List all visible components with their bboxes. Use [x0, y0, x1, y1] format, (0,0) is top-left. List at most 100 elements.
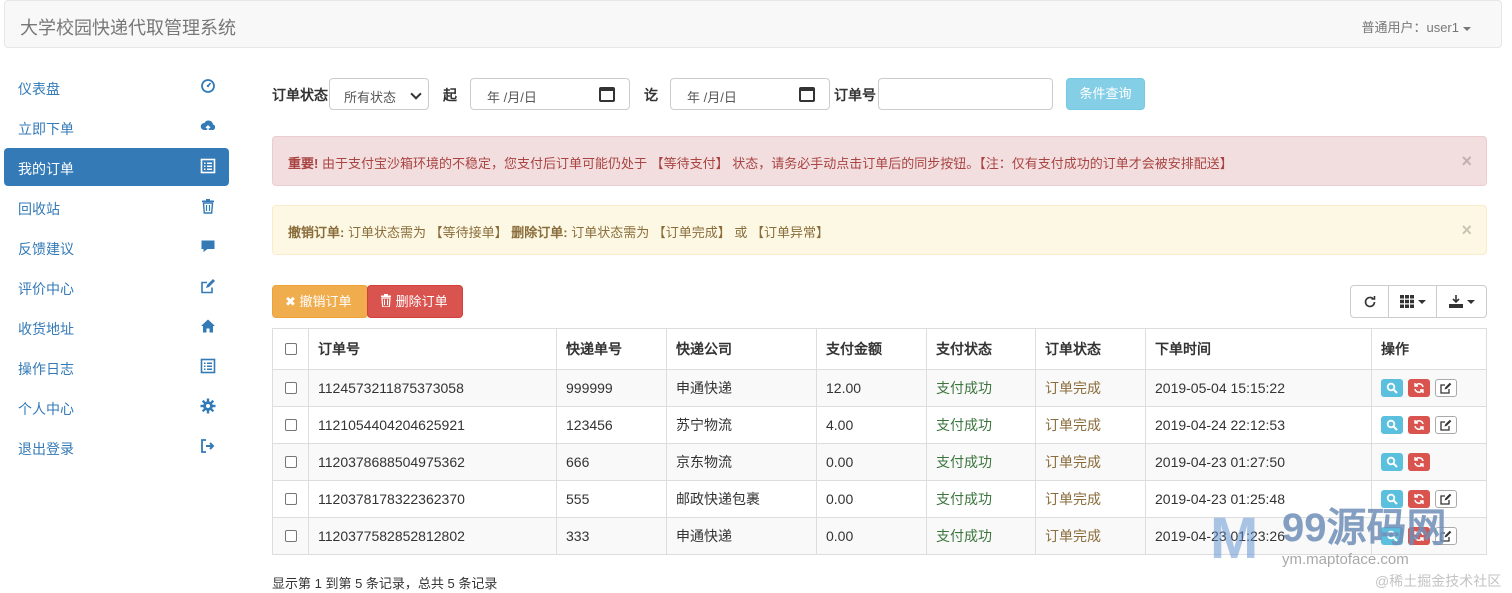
row-checkbox[interactable]	[284, 419, 297, 431]
edit-icon[interactable]	[1435, 416, 1457, 434]
sidebar-item-1[interactable]: 立即下单	[4, 108, 229, 146]
search-icon[interactable]	[1381, 416, 1403, 434]
alert-danger-text: 由于支付宝沙箱环境的不稳定，您支付后订单可能仍处于 【等待支付】 状态，请务必手…	[321, 156, 1233, 171]
order-time-cell: 2019-04-23 01:23:26	[1155, 528, 1285, 544]
export-icon	[1448, 295, 1463, 308]
alert-warning: 撤销订单: 订单状态需为 【等待接单】 删除订单: 订单状态需为 【订单完成】 …	[272, 205, 1487, 255]
chevron-down-icon	[410, 88, 422, 100]
express-no-cell: 666	[566, 454, 590, 470]
cancel-order-button[interactable]: ✖ 撤销订单	[272, 285, 368, 318]
brand-title[interactable]: 大学校园快递代取管理系统	[20, 14, 236, 40]
company-cell: 申通快递	[676, 528, 732, 544]
search-button[interactable]: 条件查询	[1066, 78, 1145, 110]
pay-status-cell: 支付成功	[936, 380, 992, 396]
search-icon[interactable]	[1381, 490, 1403, 508]
status-filter-label: 订单状态	[272, 87, 328, 103]
delete-order-button[interactable]: 删除订单	[367, 285, 463, 318]
alert-warning-text-cancel: 订单状态需为 【等待接单】	[347, 225, 508, 240]
amount-cell: 0.00	[826, 528, 854, 544]
sidebar-item-label: 个人中心	[18, 401, 74, 417]
sync-icon[interactable]	[1408, 453, 1430, 471]
user-menu[interactable]: 普通用户：user1	[1361, 17, 1471, 36]
status-select-value: 所有状态	[344, 90, 397, 105]
order-time-cell: 2019-04-23 01:25:48	[1155, 491, 1285, 507]
log-out-icon	[200, 438, 216, 454]
calendar-icon[interactable]	[599, 87, 615, 102]
company-cell: 邮政快递包裹	[676, 491, 760, 507]
row-actions	[1381, 416, 1462, 434]
list-alt-icon	[200, 158, 216, 174]
order-status-cell: 订单完成	[1045, 454, 1101, 470]
sidebar-item-6[interactable]: 收货地址	[4, 308, 229, 346]
row-checkbox[interactable]	[284, 530, 297, 542]
column-header: 下单时间	[1155, 341, 1211, 357]
order-no-input[interactable]	[878, 78, 1053, 110]
to-date-input[interactable]: 年 /月/日	[670, 78, 830, 110]
sidebar-item-label: 退出登录	[18, 441, 74, 457]
order-status-cell: 订单完成	[1045, 528, 1101, 544]
table-row[interactable]: 1120377582852812802 333 申通快递 0.00 支付成功 订单完成 20…	[273, 517, 1486, 554]
row-checkbox[interactable]	[284, 493, 297, 505]
sidebar-item-label: 反馈建议	[18, 241, 74, 257]
sidebar-item-label: 收货地址	[18, 321, 74, 337]
pay-status-cell: 支付成功	[936, 528, 992, 544]
watermark-sub-text2: @稀土掘金技术社区	[1375, 573, 1502, 589]
row-checkbox[interactable]	[284, 456, 297, 468]
alert-warning-strong-delete: 删除订单:	[511, 225, 568, 240]
pay-status-cell: 支付成功	[936, 454, 992, 470]
row-checkbox[interactable]	[284, 382, 297, 394]
sync-icon[interactable]	[1408, 416, 1430, 434]
search-icon[interactable]	[1381, 527, 1403, 545]
filter-bar: 订单状态 所有状态 起 年 /月/日 讫 年 /月/日 订单号 条件查询	[272, 76, 1492, 112]
edit-icon[interactable]	[1435, 379, 1457, 397]
close-icon[interactable]: ×	[1461, 151, 1472, 172]
columns-toggle-button[interactable]	[1389, 286, 1437, 317]
close-icon[interactable]: ×	[1461, 220, 1472, 241]
table-row[interactable]: 1121054404204625921 123456 苏宁物流 4.00 支付成功 订单完…	[273, 406, 1486, 443]
caret-down-icon	[1466, 299, 1475, 304]
order-no-cell: 1120377582852812802	[318, 528, 465, 544]
edit-icon[interactable]	[1435, 527, 1457, 545]
navbar: 大学校园快递代取管理系统 普通用户：user1	[4, 0, 1502, 48]
search-icon[interactable]	[1381, 453, 1403, 471]
sidebar-item-5[interactable]: 评价中心	[4, 268, 229, 306]
cloud-upload-icon	[200, 118, 216, 134]
sidebar-item-9[interactable]: 退出登录	[4, 428, 229, 466]
select-all-checkbox[interactable]	[284, 343, 297, 355]
company-cell: 申通快递	[676, 380, 732, 396]
search-icon[interactable]	[1381, 379, 1403, 397]
order-no-cell: 1121054404204625921	[318, 417, 465, 433]
pagination-info: 显示第 1 到第 5 条记录，总共 5 条记录	[272, 576, 498, 591]
sync-icon[interactable]	[1408, 490, 1430, 508]
column-header: 快递单号	[566, 341, 622, 357]
alert-danger-strong: 重要!	[288, 156, 319, 171]
column-header: 支付金额	[826, 341, 882, 357]
table-row[interactable]: 1124573211875373058 999999 申通快递 12.00 支付成功 订单…	[273, 369, 1486, 406]
refresh-button[interactable]	[1351, 286, 1389, 317]
sidebar-item-3[interactable]: 回收站	[4, 188, 229, 226]
from-date-input[interactable]: 年 /月/日	[470, 78, 630, 110]
sidebar-item-2[interactable]: 我的订单	[4, 148, 229, 186]
sidebar-item-label: 回收站	[18, 201, 60, 217]
table-row[interactable]: 1120378178322362370 555 邮政快递包裹 0.00 支付成功 订单完成…	[273, 480, 1486, 517]
sidebar-item-7[interactable]: 操作日志	[4, 348, 229, 386]
sidebar-item-4[interactable]: 反馈建议	[4, 228, 229, 266]
edit-icon[interactable]	[1435, 490, 1457, 508]
sidebar-item-8[interactable]: 个人中心	[4, 388, 229, 426]
status-select[interactable]: 所有状态	[329, 78, 429, 110]
delete-order-label: 删除订单	[395, 294, 448, 309]
calendar-icon[interactable]	[799, 87, 815, 102]
sidebar-item-0[interactable]: 仪表盘	[4, 68, 229, 106]
amount-cell: 0.00	[826, 491, 854, 507]
remove-icon: ✖	[285, 294, 296, 309]
order-status-cell: 订单完成	[1045, 417, 1101, 433]
pay-status-cell: 支付成功	[936, 491, 992, 507]
column-header: 支付状态	[936, 341, 992, 357]
export-button[interactable]	[1437, 286, 1486, 317]
sync-icon[interactable]	[1408, 379, 1430, 397]
express-no-cell: 333	[566, 528, 590, 544]
express-no-cell: 123456	[566, 417, 613, 433]
comment-icon	[200, 238, 216, 254]
table-row[interactable]: 1120378688504975362 666 京东物流 0.00 支付成功 订单完成 20…	[273, 443, 1486, 480]
sync-icon[interactable]	[1408, 527, 1430, 545]
